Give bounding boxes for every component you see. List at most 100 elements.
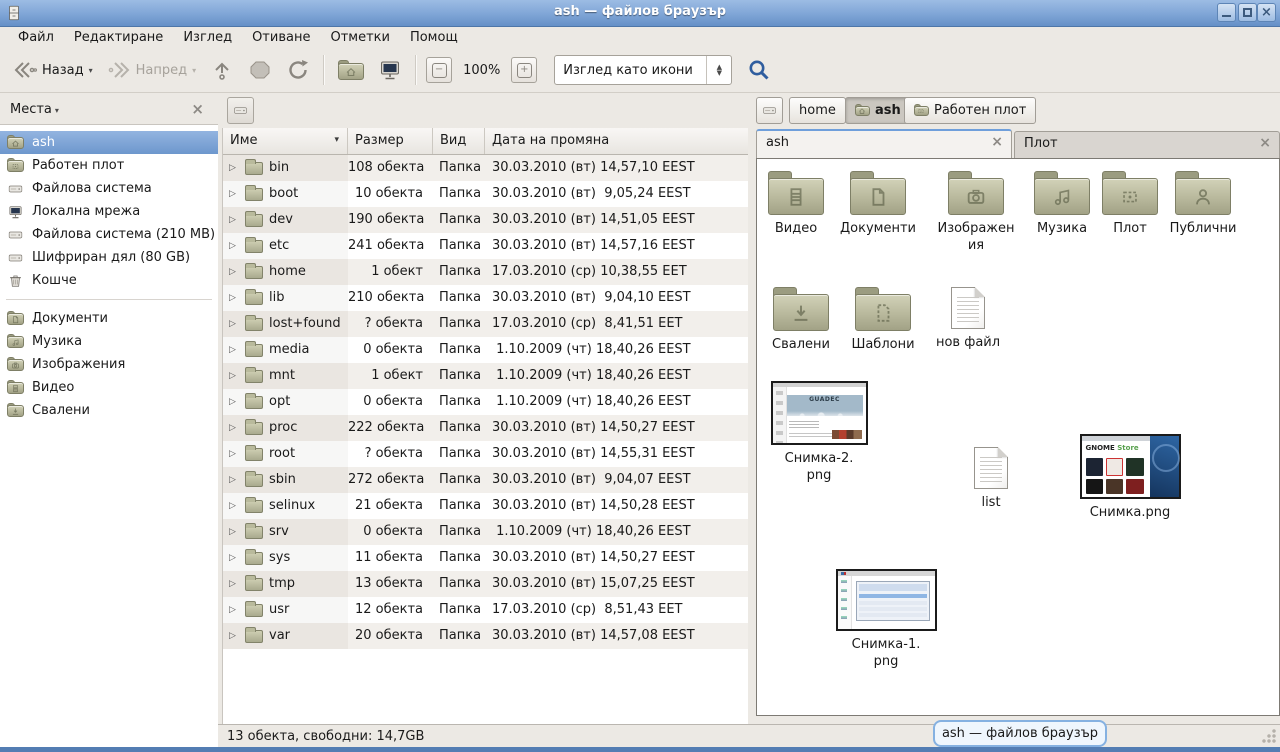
menu-item-3[interactable]: Отиване	[242, 29, 320, 46]
table-row-root[interactable]: ▷root? обектаПапка30.03.2010 (вт) 14,55,…	[223, 441, 748, 467]
back-button[interactable]: Назад ▾	[6, 52, 100, 88]
table-row-var[interactable]: ▷var20 обектаПапка30.03.2010 (вт) 14,57,…	[223, 623, 748, 649]
location-mini-button[interactable]	[227, 97, 254, 124]
table-row-proc[interactable]: ▷proc222 обектаПапка30.03.2010 (вт) 14,5…	[223, 415, 748, 441]
expander-icon[interactable]: ▷	[229, 493, 239, 519]
back-dropdown-icon[interactable]: ▾	[89, 66, 93, 75]
table-row-home[interactable]: ▷home1 обектПапка17.03.2010 (ср) 10,38,5…	[223, 259, 748, 285]
expander-icon[interactable]: ▷	[229, 389, 239, 415]
minimize-button[interactable]	[1217, 3, 1236, 22]
expander-icon[interactable]: ▷	[229, 545, 239, 571]
expander-icon[interactable]: ▷	[229, 337, 239, 363]
sidebar-item--[interactable]: Видео	[0, 376, 218, 399]
computer-button[interactable]	[371, 52, 409, 88]
table-row-boot[interactable]: ▷boot10 обектаПапка30.03.2010 (вт) 9,05,…	[223, 181, 748, 207]
sidebar-close-icon[interactable]: ×	[191, 100, 204, 118]
stop-button[interactable]	[241, 52, 279, 88]
expander-icon[interactable]: ▷	[229, 571, 239, 597]
tab-plot[interactable]: Плот ×	[1014, 131, 1280, 158]
file-item-публични[interactable]: Публични	[1155, 171, 1251, 237]
home-button[interactable]	[331, 54, 371, 87]
file-item-снимка.png[interactable]: GNOME StoreСнимка.png	[1076, 434, 1185, 521]
table-row-media[interactable]: ▷media0 обектаПапка 1.10.2009 (чт) 18,40…	[223, 337, 748, 363]
table-row-dev[interactable]: ▷dev190 обектаПапка30.03.2010 (вт) 14,51…	[223, 207, 748, 233]
titlebar[interactable]: ash — файлов браузър ×	[0, 0, 1280, 27]
expander-icon[interactable]: ▷	[229, 441, 239, 467]
sidebar-item-ash[interactable]: ash	[0, 131, 218, 154]
expander-icon[interactable]: ▷	[229, 259, 239, 285]
file-item-изображения[interactable]: Изображен ия	[928, 171, 1024, 254]
breadcrumb-desktop-button[interactable]: Работен плот	[904, 97, 1036, 124]
sidebar-item--[interactable]: Свалени	[0, 399, 218, 422]
expander-icon[interactable]: ▷	[229, 207, 239, 233]
sidebar-item--[interactable]: Документи	[0, 307, 218, 330]
table-row-etc[interactable]: ▷etc241 обектаПапка30.03.2010 (вт) 14,57…	[223, 233, 748, 259]
maximize-button[interactable]	[1238, 3, 1257, 22]
sidebar-item--[interactable]: Кошче	[0, 269, 218, 292]
forward-button[interactable]: Напред ▾	[100, 52, 204, 88]
table-row-lib[interactable]: ▷lib210 обектаПапка30.03.2010 (вт) 9,04,…	[223, 285, 748, 311]
column-header-date[interactable]: Дата на промяна	[485, 128, 749, 154]
pane-splitter[interactable]	[748, 94, 756, 724]
expander-icon[interactable]: ▷	[229, 285, 239, 311]
tab-close-icon[interactable]: ×	[1259, 135, 1271, 151]
file-item-документи[interactable]: Документи	[830, 171, 926, 237]
file-item-снимка-2.png[interactable]: GUADECСнимка-2. png	[767, 381, 872, 484]
expander-icon[interactable]: ▷	[229, 415, 239, 441]
zoom-out-button[interactable]: −	[426, 57, 452, 83]
expander-icon[interactable]: ▷	[229, 311, 239, 337]
sidebar-item--[interactable]: Изображения	[0, 353, 218, 376]
expander-icon[interactable]: ▷	[229, 623, 239, 649]
column-header-size[interactable]: Размер	[348, 128, 433, 154]
sidebar-item--[interactable]: Музика	[0, 330, 218, 353]
expander-icon[interactable]: ▷	[229, 519, 239, 545]
reload-button[interactable]	[279, 52, 317, 88]
table-row-bin[interactable]: ▷bin108 обектаПапка30.03.2010 (вт) 14,57…	[223, 155, 748, 181]
forward-dropdown-icon[interactable]: ▾	[192, 66, 196, 75]
close-button[interactable]: ×	[1257, 3, 1276, 22]
table-row-sbin[interactable]: ▷sbin272 обектаПапка30.03.2010 (вт) 9,04…	[223, 467, 748, 493]
breadcrumb-home-button[interactable]: home	[789, 97, 846, 124]
view-mode-select[interactable]: Изглед като икони ▲▼	[554, 55, 732, 85]
places-selector[interactable]: Места▾	[0, 102, 59, 117]
table-row-sys[interactable]: ▷sys11 обектаПапка30.03.2010 (вт) 14,50,…	[223, 545, 748, 571]
breadcrumb-ash-button[interactable]: ash	[845, 97, 911, 124]
table-row-tmp[interactable]: ▷tmp13 обектаПапка30.03.2010 (вт) 15,07,…	[223, 571, 748, 597]
menu-item-4[interactable]: Отметки	[320, 29, 399, 46]
menu-item-5[interactable]: Помощ	[400, 29, 468, 46]
column-header-name[interactable]: Име▾	[223, 128, 348, 154]
table-row-mnt[interactable]: ▷mnt1 обектПапка 1.10.2009 (чт) 18,40,26…	[223, 363, 748, 389]
sidebar-item--80-gb-[interactable]: Шифриран дял (80 GB)	[0, 246, 218, 269]
sidebar-item--[interactable]: Локална мрежа	[0, 200, 218, 223]
zoom-in-button[interactable]: +	[511, 57, 537, 83]
table-row-srv[interactable]: ▷srv0 обектаПапка 1.10.2009 (чт) 18,40,2…	[223, 519, 748, 545]
expander-icon[interactable]: ▷	[229, 155, 239, 181]
file-item-list[interactable]: list	[943, 447, 1039, 511]
breadcrumb-root-button[interactable]	[756, 97, 783, 124]
file-item-снимка-1.png[interactable]: Снимка-1. png	[832, 569, 941, 670]
table-row-opt[interactable]: ▷opt0 обектаПапка 1.10.2009 (чт) 18,40,2…	[223, 389, 748, 415]
up-button[interactable]	[203, 52, 241, 88]
table-row-usr[interactable]: ▷usr12 обектаПапка17.03.2010 (ср) 8,51,4…	[223, 597, 748, 623]
sidebar-item--210-mb-[interactable]: Файлова система (210 MB)	[0, 223, 218, 246]
menu-item-0[interactable]: Файл	[8, 29, 64, 46]
expander-icon[interactable]: ▷	[229, 363, 239, 389]
icon-view[interactable]: ВидеоДокументиИзображен ияМузикаПлотПубл…	[756, 158, 1280, 716]
expander-icon[interactable]: ▷	[229, 233, 239, 259]
expander-icon[interactable]: ▷	[229, 467, 239, 493]
sidebar-item--[interactable]: Работен плот	[0, 154, 218, 177]
table-row-selinux[interactable]: ▷selinux21 обектаПапка30.03.2010 (вт) 14…	[223, 493, 748, 519]
tab-close-icon[interactable]: ×	[991, 134, 1003, 150]
expander-icon[interactable]: ▷	[229, 181, 239, 207]
file-item-нов-файл[interactable]: нов файл	[920, 287, 1016, 351]
resize-grip[interactable]	[1261, 728, 1277, 744]
column-header-kind[interactable]: Вид	[433, 128, 485, 154]
search-button[interactable]	[744, 55, 774, 85]
table-row-lost+found[interactable]: ▷lost+found? обектаПапка17.03.2010 (ср) …	[223, 311, 748, 337]
tab-ash[interactable]: ash ×	[756, 129, 1012, 158]
file-item-шаблони[interactable]: Шаблони	[835, 287, 931, 353]
menu-item-2[interactable]: Изглед	[173, 29, 242, 46]
menu-item-1[interactable]: Редактиране	[64, 29, 173, 46]
expander-icon[interactable]: ▷	[229, 597, 239, 623]
sidebar-item--[interactable]: Файлова система	[0, 177, 218, 200]
